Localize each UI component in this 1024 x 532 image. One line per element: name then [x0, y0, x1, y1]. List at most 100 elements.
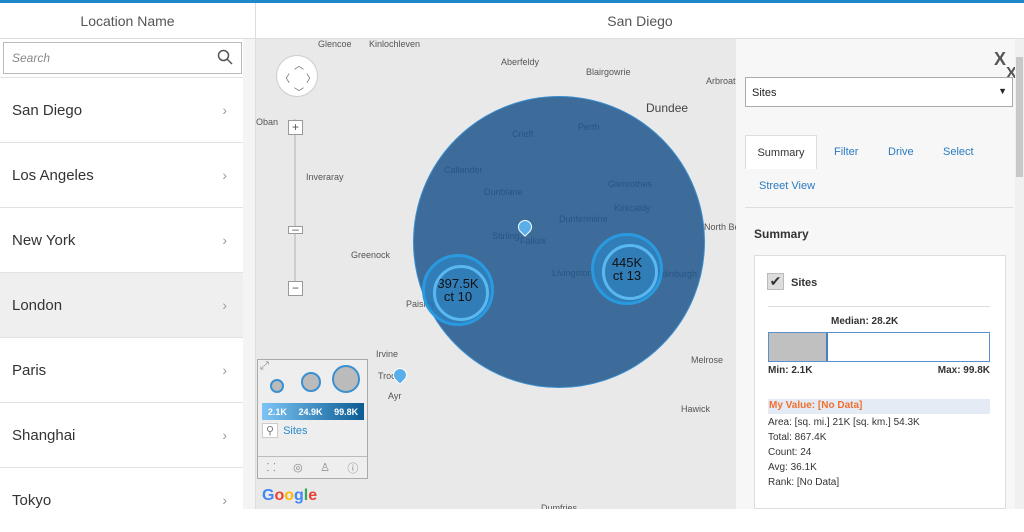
- panel-scrollbar[interactable]: [1015, 39, 1024, 509]
- legend-layer-label: Sites: [283, 424, 308, 437]
- tab-summary[interactable]: Summary: [745, 135, 817, 169]
- place-label: Oban: [256, 117, 279, 127]
- tab-filter[interactable]: Filter: [834, 146, 858, 158]
- summary-card: ✔ Sites Median: 28.2K Min: 2.1K Max: 99.…: [754, 255, 1006, 509]
- layer-select[interactable]: Sites ▼: [745, 77, 1013, 107]
- location-label: London: [12, 296, 63, 314]
- map-title: San Diego: [256, 3, 1024, 39]
- distribution-bar: [768, 332, 990, 362]
- location-item[interactable]: New York ›: [0, 207, 243, 272]
- legend-small-circle: [270, 379, 284, 393]
- expand-icon[interactable]: ⤢: [260, 360, 269, 373]
- median-label: Median: 28.2K: [831, 316, 899, 327]
- stat-line: Rank: [No Data]: [768, 477, 840, 488]
- person-icon[interactable]: ♙: [320, 461, 330, 474]
- cluster-marker[interactable]: 397.5K ct 10: [422, 254, 494, 326]
- scrollbar-thumb[interactable]: [1016, 57, 1023, 177]
- map-legend: ⤢ 2.1K 24.9K 99.8K ⚲ Sites ⸬ ◎ ♙ ⓘ: [257, 359, 368, 479]
- place-label: Greenock: [351, 250, 391, 260]
- target-icon[interactable]: ◎: [293, 461, 303, 474]
- legend-large-circle: [332, 365, 360, 393]
- cluster-count: ct 13: [612, 268, 642, 283]
- info-icon[interactable]: ⓘ: [347, 460, 358, 476]
- min-label: Min: 2.1K: [768, 365, 813, 376]
- route-icon[interactable]: ⸬: [267, 460, 276, 475]
- place-label: Dundee: [646, 101, 689, 115]
- zoom-out-button[interactable]: −: [288, 281, 303, 296]
- stat-line: Area: [sq. mi.] 21K [sq. km.] 54.3K: [768, 417, 920, 428]
- chevron-right-icon: ›: [222, 492, 227, 508]
- location-label: Los Angeles: [12, 166, 94, 184]
- location-list-panel: Search San Diego › Los Angeles › New York › Lo…: [0, 39, 244, 509]
- legend-medium-circle: [301, 372, 321, 392]
- my-value: My Value: [No Data]: [768, 399, 990, 414]
- place-label: Blairgowrie: [586, 67, 631, 77]
- location-item[interactable]: San Diego ›: [0, 77, 243, 142]
- place-label: Melrose: [691, 355, 724, 365]
- legend-value: 2.1K: [267, 406, 287, 417]
- sites-checkbox[interactable]: ✔: [767, 273, 784, 290]
- map-view[interactable]: Glencoe Kinlochleven Aberfeldy Blairgowrie A…: [256, 39, 736, 509]
- place-label: Ayr: [388, 391, 402, 401]
- stat-line: Total: 867.4K: [768, 432, 827, 443]
- stat-line: Avg: 36.1K: [768, 462, 817, 473]
- location-name-header: Location Name: [0, 3, 256, 39]
- location-item[interactable]: Paris ›: [0, 337, 243, 402]
- tab-drive[interactable]: Drive: [888, 146, 914, 158]
- place-label: Glencoe: [318, 39, 352, 49]
- place-label: Dumfries: [541, 503, 578, 509]
- max-label: Max: 99.8K: [937, 365, 990, 376]
- chevron-right-icon: ›: [222, 427, 227, 443]
- place-label: Inveraray: [306, 172, 344, 182]
- place-label: Kinlochleven: [369, 39, 421, 49]
- chevron-right-icon: ›: [222, 297, 227, 313]
- chevron-right-icon: ›: [222, 232, 227, 248]
- search-placeholder: Search: [12, 51, 51, 65]
- location-label: New York: [12, 231, 76, 249]
- google-logo: Google: [262, 487, 318, 504]
- layer-name: Sites: [791, 277, 818, 289]
- legend-value: 99.8K: [334, 406, 359, 417]
- list-scroll-gutter: [243, 39, 256, 509]
- tab-divider: [745, 207, 1013, 208]
- place-label: Hawick: [681, 404, 711, 414]
- search-icon[interactable]: [217, 49, 233, 65]
- tab-street-view[interactable]: Street View: [759, 180, 815, 192]
- details-panel: X X Sites ▼ Summary Filter Drive Select S…: [736, 39, 1024, 509]
- location-item[interactable]: London ›: [0, 272, 243, 337]
- place-label: Irvine: [376, 349, 399, 359]
- location-label: San Diego: [12, 101, 83, 119]
- search-input[interactable]: Search: [3, 42, 242, 74]
- zoom-slider-handle[interactable]: –: [288, 223, 303, 235]
- tab-select[interactable]: Select: [943, 146, 974, 158]
- chevron-right-icon: ›: [222, 102, 227, 118]
- dropdown-arrow-icon: ▼: [998, 86, 1007, 96]
- place-label: North Berwick: [704, 222, 736, 232]
- map-pin-icon[interactable]: [390, 365, 410, 385]
- layer-select-value: Sites: [752, 87, 777, 99]
- location-item[interactable]: Los Angeles ›: [0, 142, 243, 207]
- location-label: Tokyo: [12, 491, 52, 509]
- place-label: Aberfeldy: [501, 57, 540, 67]
- pan-control[interactable]: ︿ ﹀ 〈〉: [276, 55, 318, 99]
- cluster-marker[interactable]: 445K ct 13: [591, 233, 663, 305]
- location-item[interactable]: Tokyo ›: [0, 467, 243, 532]
- zoom-slider[interactable]: [294, 119, 296, 289]
- location-pin-icon: ⚲: [262, 423, 279, 438]
- close-icon[interactable]: X: [994, 49, 1006, 70]
- location-item[interactable]: Shanghai ›: [0, 402, 243, 467]
- location-label: Shanghai: [12, 426, 76, 444]
- zoom-in-button[interactable]: +: [288, 120, 303, 135]
- region-circle[interactable]: [413, 96, 705, 388]
- legend-layer[interactable]: ⚲ Sites: [262, 423, 308, 438]
- median-fill: [769, 333, 829, 361]
- legend-toolbar: ⸬ ◎ ♙ ⓘ: [258, 456, 367, 478]
- chevron-right-icon: ›: [222, 362, 227, 378]
- location-label: Paris: [12, 361, 47, 379]
- chevron-right-icon: ›: [222, 167, 227, 183]
- stat-line: Count: 24: [768, 447, 812, 458]
- summary-heading: Summary: [754, 227, 809, 241]
- cluster-value: 445K: [611, 255, 643, 270]
- legend-value: 24.9K: [298, 406, 323, 417]
- cluster-count: ct 10: [443, 289, 473, 304]
